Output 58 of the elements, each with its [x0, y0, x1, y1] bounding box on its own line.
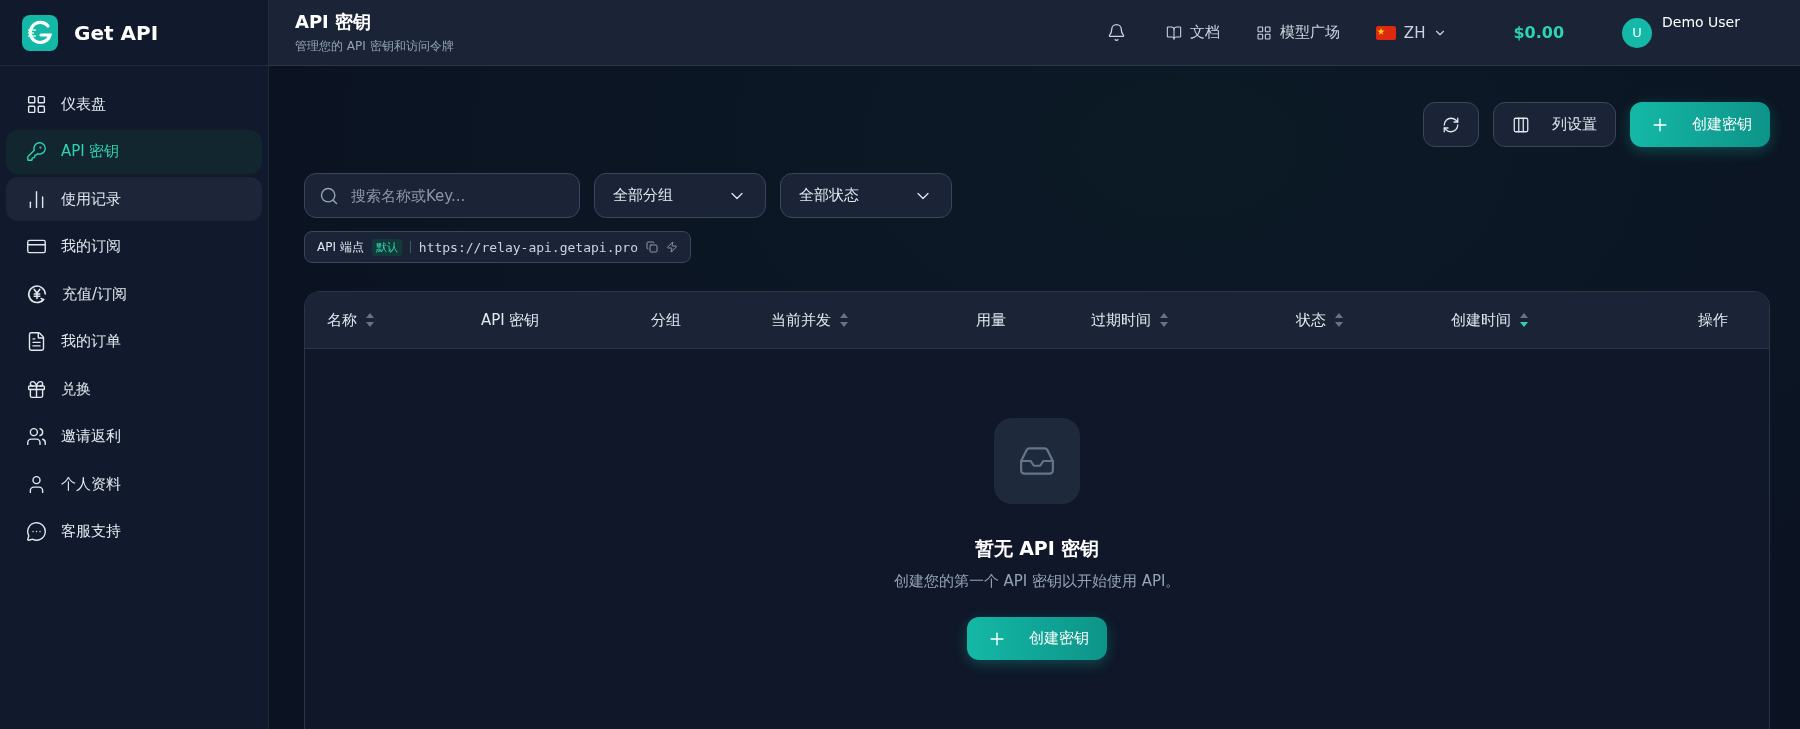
balance: $0.00 — [1513, 23, 1565, 42]
search-input[interactable]: 搜索名称或Key... — [349, 185, 565, 206]
brand-name: Get API — [74, 20, 159, 45]
column-header: 当前并发 — [771, 310, 831, 330]
column-header: 分组 — [651, 310, 681, 330]
sidebar-item[interactable]: 使用记录 — [6, 177, 262, 221]
search-field[interactable]: 搜索名称或Key... — [304, 173, 580, 218]
nav-icon — [26, 378, 47, 400]
nav-icon — [26, 331, 47, 352]
column-header: 状态 — [1296, 310, 1326, 330]
sidebar-item[interactable]: 充值/订阅 — [6, 272, 262, 316]
china-flag-icon — [1375, 25, 1396, 40]
column-header: 创建时间 — [1451, 310, 1511, 330]
default-badge: 默认 — [371, 238, 402, 256]
sidebar-item[interactable]: 兑换 — [6, 367, 262, 411]
search-icon — [319, 185, 339, 206]
sidebar-item[interactable]: 客服支持 — [6, 509, 262, 554]
refresh-icon — [1442, 115, 1460, 134]
yen-circle-icon — [26, 283, 48, 305]
language-selector[interactable]: ZH — [1375, 23, 1448, 42]
book-icon — [1165, 24, 1182, 41]
copy-icon — [645, 241, 658, 253]
filter-select[interactable]: 全部状态 — [780, 173, 952, 218]
sidebar-item[interactable]: 仪表盘 — [6, 82, 262, 126]
lightning-icon — [665, 241, 678, 253]
sidebar-item[interactable]: 我的订单 — [6, 319, 262, 364]
grid-icon — [1255, 24, 1272, 41]
nav-icon — [26, 141, 47, 162]
header-link[interactable]: 模型广场 — [1255, 23, 1340, 42]
columns-icon — [1512, 115, 1530, 134]
nav-icon — [26, 521, 47, 542]
column-header: 用量 — [976, 310, 1006, 330]
sidebar-item[interactable]: 邀请返利 — [6, 414, 262, 459]
column-header: 名称 — [327, 310, 357, 330]
nav-icon — [26, 93, 47, 115]
sidebar-item[interactable]: API 密钥 — [6, 129, 262, 174]
column-header: 操作 — [1697, 310, 1728, 330]
filter-select[interactable]: 全部分组 — [594, 173, 766, 218]
column-settings-button[interactable]: 列设置 — [1493, 102, 1616, 147]
sort-icon[interactable] — [1519, 312, 1529, 328]
nav-icon — [26, 426, 47, 447]
sidebar-item[interactable]: 个人资料 — [6, 462, 262, 506]
lightning-button[interactable] — [665, 241, 678, 253]
header-link[interactable]: 文档 — [1165, 23, 1220, 42]
endpoint-label: API 端点 — [317, 238, 364, 256]
copy-button[interactable] — [645, 241, 658, 253]
bell-icon — [1106, 23, 1126, 42]
empty-message: 创建您的第一个 API 密钥以开始使用 API。 — [893, 572, 1181, 591]
refresh-button[interactable] — [1423, 102, 1479, 147]
logo-icon — [22, 14, 58, 51]
sidebar-item[interactable]: 我的订阅 — [6, 224, 262, 269]
endpoint-url: https://relay-api.getapi.pro — [418, 239, 638, 255]
empty-title: 暂无 API 密钥 — [974, 536, 1100, 561]
column-header: 过期时间 — [1091, 310, 1151, 330]
column-header: API 密钥 — [481, 310, 540, 330]
page-title: API 密钥 — [295, 10, 373, 34]
page-subtitle: 管理您的 API 密钥和访问令牌 — [295, 38, 455, 55]
user-name: Demo User — [1662, 13, 1740, 30]
